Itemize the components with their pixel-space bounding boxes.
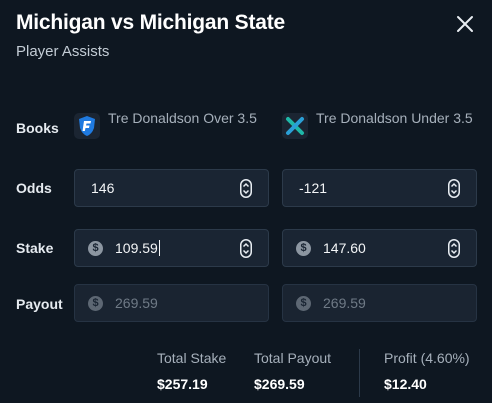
books-label: Books [16,120,59,136]
summary-divider [359,349,360,397]
stake-under-input[interactable]: $ 147.60 [282,229,477,267]
dollar-icon: $ [296,296,311,311]
book-over-label: Tre Donaldson Over 3.5 [108,110,257,126]
stake-over-value: 109.59 [115,240,158,256]
dollar-icon: $ [296,241,311,256]
stepper-icon[interactable] [240,179,252,198]
stepper-icon[interactable] [240,239,252,258]
page-subtitle: Player Assists [16,43,110,60]
odds-over-value: 146 [91,180,115,196]
profit-label: Profit (4.60%) [384,350,470,366]
total-payout-label: Total Payout [254,350,332,366]
total-stake-label: Total Stake [157,350,227,366]
x-logo-icon [282,113,308,139]
odds-under-input[interactable]: -121 [282,169,477,207]
close-button[interactable] [455,14,475,34]
fanduel-shield-logo-icon [74,113,100,139]
total-payout-value: $269.59 [254,376,305,392]
payout-over-field: $ 269.59 [74,284,269,322]
payout-under-value: 269.59 [323,295,366,311]
profit-value: $12.40 [384,376,427,392]
book-under-label: Tre Donaldson Under 3.5 [316,110,473,126]
total-stake-value: $257.19 [157,376,208,392]
payout-label: Payout [16,296,63,312]
page-title: Michigan vs Michigan State [16,11,286,34]
dollar-icon: $ [88,296,103,311]
dollar-icon: $ [88,241,103,256]
stake-over-value-wrap: 109.59 [115,240,160,256]
stake-label: Stake [16,240,54,256]
stake-under-value: 147.60 [323,240,366,256]
text-caret [158,240,160,256]
payout-over-value: 269.59 [115,295,158,311]
odds-over-input[interactable]: 146 [74,169,269,207]
odds-label: Odds [16,180,52,196]
stepper-icon[interactable] [448,239,460,258]
stake-over-input[interactable]: $ 109.59 [74,229,269,267]
odds-under-value: -121 [299,180,328,196]
stepper-icon[interactable] [448,179,460,198]
payout-under-field: $ 269.59 [282,284,477,322]
close-icon [455,14,475,34]
